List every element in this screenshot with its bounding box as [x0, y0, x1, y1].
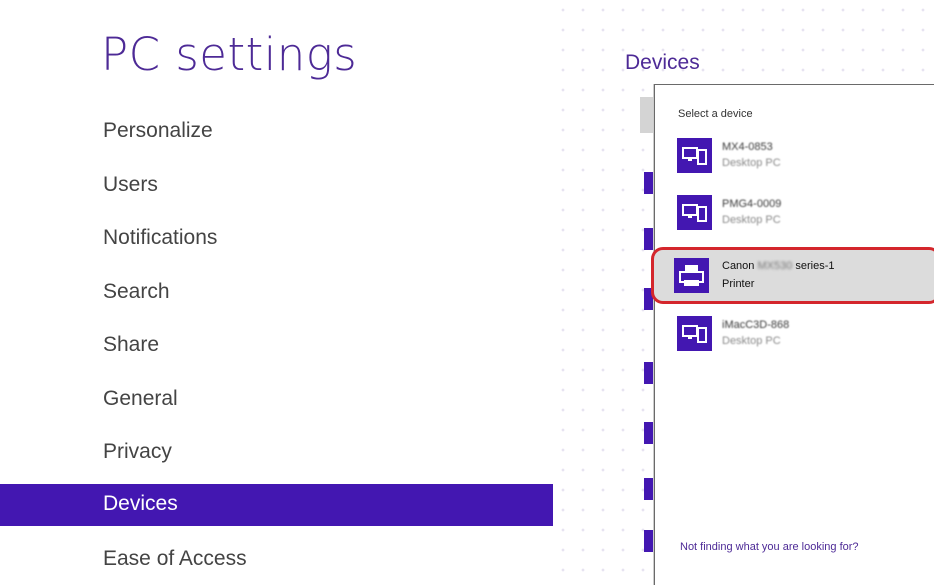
section-title: Devices — [625, 51, 700, 74]
nav-item-label: Ease of Access — [103, 547, 247, 570]
desktop-pc-icon — [677, 195, 712, 230]
nav-item-label: Notifications — [103, 226, 218, 249]
not-finding-device-link[interactable]: Not finding what you are looking for? — [680, 541, 859, 553]
device-type: Desktop PC — [722, 335, 781, 347]
nav-item-label: Devices — [103, 492, 178, 515]
nav-item-personalize[interactable]: Personalize — [0, 111, 553, 153]
nav-item-share[interactable]: Share — [0, 325, 553, 367]
nav-item-devices[interactable]: Devices — [0, 484, 553, 526]
device-item[interactable]: iMacC3D-868 Desktop PC — [672, 313, 934, 357]
nav-item-search[interactable]: Search — [0, 272, 553, 314]
flyout-title: Select a device — [678, 108, 753, 120]
nav-item-label: Personalize — [103, 119, 213, 142]
device-name-redacted: MX530 — [757, 260, 793, 272]
nav-item-label: Users — [103, 173, 158, 196]
background-tile — [644, 362, 654, 384]
page-title: PC settings — [101, 28, 358, 81]
background-tile — [640, 97, 654, 133]
device-name: MX4-0853 — [722, 141, 773, 153]
settings-nav-pane: PC settings Personalize Users Notificati… — [0, 0, 553, 575]
background-tile — [644, 530, 654, 552]
device-name: Canon MX530 series-1 — [722, 260, 835, 272]
device-name: iMacC3D-868 — [722, 319, 790, 331]
background-tile — [644, 228, 654, 250]
nav-item-label: Share — [103, 333, 160, 356]
background-tile — [644, 422, 654, 444]
background-tile — [644, 172, 654, 194]
device-name: PMG4-0009 — [722, 198, 782, 210]
nav-item-general[interactable]: General — [0, 379, 553, 421]
nav-item-users[interactable]: Users — [0, 165, 553, 207]
nav-item-notifications[interactable]: Notifications — [0, 218, 553, 260]
device-type: Printer — [722, 278, 755, 290]
desktop-pc-icon — [677, 316, 712, 351]
desktop-pc-icon — [677, 138, 712, 173]
nav-item-label: Search — [103, 280, 170, 303]
device-item[interactable]: MX4-0853 Desktop PC — [672, 135, 934, 179]
device-item-printer[interactable]: Canon MX530 series-1 Printer — [651, 247, 934, 304]
nav-item-label: Privacy — [103, 440, 172, 463]
nav-item-privacy[interactable]: Privacy — [0, 432, 553, 474]
device-type: Desktop PC — [722, 157, 781, 169]
device-type: Desktop PC — [722, 214, 781, 226]
device-item[interactable]: PMG4-0009 Desktop PC — [672, 192, 934, 236]
device-name-prefix: Canon — [722, 260, 755, 272]
printer-icon — [674, 258, 709, 293]
device-name-suffix: series-1 — [795, 260, 835, 272]
background-tile — [644, 478, 654, 500]
nav-item-label: General — [103, 387, 178, 410]
